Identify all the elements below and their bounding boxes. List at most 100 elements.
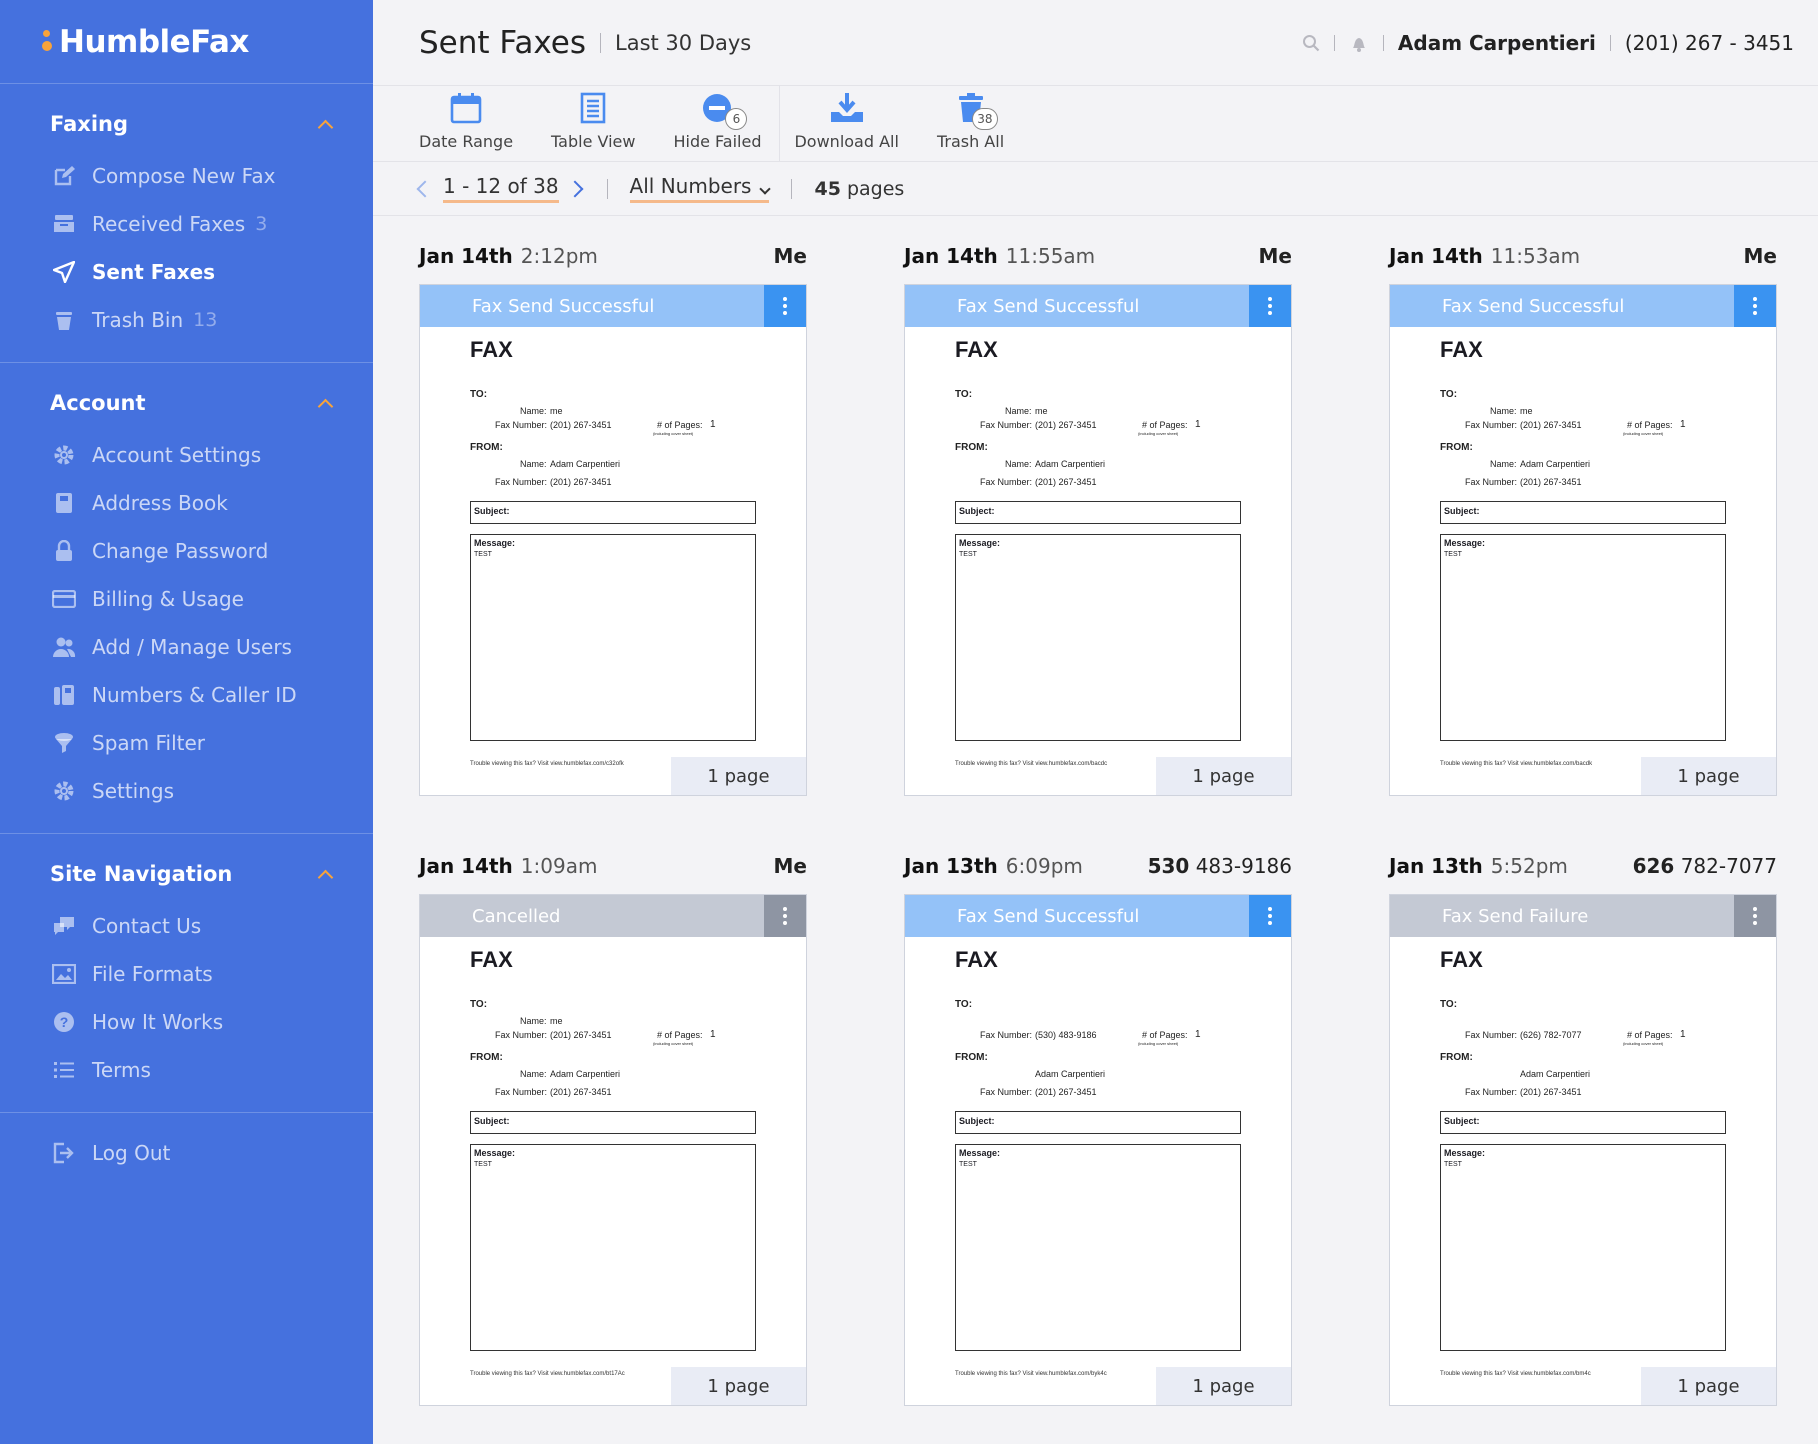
fax-preview[interactable]: Fax Send Failure FAX TO: Fax Number: (62… (1389, 894, 1777, 1406)
fax-card[interactable]: Jan 14th 11:53am Me Fax Send Successful F… (1389, 236, 1777, 796)
more-options-icon[interactable] (1734, 895, 1776, 937)
more-options-icon[interactable] (1734, 285, 1776, 327)
cover-to-fax: (201) 267-3451 (550, 1030, 612, 1040)
sidebar-item-change-password[interactable]: Change Password (0, 527, 373, 575)
fax-card[interactable]: Jan 14th 2:12pm Me Fax Send Successful FA… (419, 236, 807, 796)
document-list-icon (580, 90, 606, 126)
more-options-icon[interactable] (764, 895, 806, 937)
chevron-up-icon[interactable] (317, 398, 334, 414)
sidebar-item-label: Received Faxes (92, 212, 246, 236)
cover-pages-label: # of Pages: (657, 420, 703, 430)
fax-date: Jan 13th (904, 854, 998, 878)
cover-from-fax-label: Fax Number: (1465, 477, 1518, 487)
cover-message-box: Message: TEST (955, 1144, 1241, 1351)
sidebar-item-spam-filter[interactable]: Spam Filter (0, 719, 373, 767)
fax-preview[interactable]: Fax Send Successful FAX TO: Name: me Fax… (904, 284, 1292, 796)
cover-message-text: TEST (1444, 551, 1462, 558)
sidebar-item-add-manage-users[interactable]: Add / Manage Users (0, 623, 373, 671)
page-count: 1 page (1192, 1375, 1255, 1397)
fax-time: 11:53am (1490, 244, 1581, 268)
sidebar-item-file-formats[interactable]: File Formats (0, 950, 373, 998)
chevron-up-icon[interactable] (317, 119, 334, 135)
cover-to-fax: (201) 267-3451 (1035, 420, 1097, 430)
section-header-faxing[interactable]: Faxing (0, 106, 373, 142)
cover-to-fax: (201) 267-3451 (1520, 420, 1582, 430)
cover-message-text: TEST (959, 1161, 977, 1168)
cover-to-name-label: Name: (520, 1016, 547, 1026)
sidebar-item-account-settings[interactable]: Account Settings (0, 431, 373, 479)
cover-from-name: Adam Carpentieri (1035, 1069, 1106, 1079)
sidebar-item-label: Terms (92, 1058, 151, 1082)
fax-card[interactable]: Jan 14th 11:55am Me Fax Send Successful F… (904, 236, 1292, 796)
cover-from-name: Adam Carpentieri (1520, 1069, 1591, 1079)
cover-pages-num: 1 (1680, 1029, 1686, 1040)
sidebar-item-trash-bin[interactable]: Trash Bin 13 (0, 296, 373, 344)
section-title: Faxing (50, 112, 129, 136)
total-pages-number: 45 (814, 177, 841, 200)
fax-time: 11:55am (1005, 244, 1096, 268)
fax-cover-sheet: FAX TO: Fax Number: (530) 483-9186 # of … (905, 937, 1291, 1405)
cover-pages-label: # of Pages: (1627, 1030, 1673, 1040)
more-options-icon[interactable] (764, 285, 806, 327)
number-filter-dropdown[interactable]: All Numbers (629, 174, 772, 203)
user-name[interactable]: Adam Carpentieri (1398, 31, 1596, 55)
app-logo[interactable]: HumbleFax (0, 0, 373, 84)
fax-preview[interactable]: Fax Send Successful FAX TO: Name: me Fax… (1389, 284, 1777, 796)
sidebar-item-contact-us[interactable]: Contact Us (0, 902, 373, 950)
fax-card-header: Jan 13th 6:09pm 530 483-9186 (904, 846, 1292, 886)
section-header-site-navigation[interactable]: Site Navigation (0, 856, 373, 892)
cover-pages-label: # of Pages: (657, 1030, 703, 1040)
date-range-button[interactable]: Date Range (419, 90, 513, 161)
trash-icon (52, 308, 76, 332)
sidebar-item-settings[interactable]: Settings (0, 767, 373, 815)
sidebar-item-billing-usage[interactable]: Billing & Usage (0, 575, 373, 623)
search-icon[interactable] (1302, 34, 1320, 52)
cover-message-text: TEST (1444, 1161, 1462, 1168)
cover-from-fax: (201) 267-3451 (550, 477, 612, 487)
count-badge: 13 (193, 309, 218, 331)
sidebar-item-sent-faxes[interactable]: Sent Faxes (0, 248, 373, 296)
cover-subject-label: Subject: (1444, 506, 1480, 516)
next-page-icon[interactable] (566, 180, 584, 197)
cover-pages-note: (including cover sheet) (1623, 431, 1664, 436)
fax-preview[interactable]: Fax Send Successful FAX TO: Fax Number: … (904, 894, 1292, 1406)
table-view-button[interactable]: Table View (551, 90, 635, 161)
sidebar-item-terms[interactable]: Terms (0, 1046, 373, 1094)
chevron-up-icon[interactable] (317, 869, 334, 885)
fax-datetime: Jan 14th 2:12pm (419, 244, 598, 268)
more-options-icon[interactable] (1249, 285, 1291, 327)
sidebar-item-numbers-caller-id[interactable]: Numbers & Caller ID (0, 671, 373, 719)
recipient-secondary: 483-9186 (1189, 854, 1292, 878)
fax-card[interactable]: Jan 13th 5:52pm 626 782-7077 Fax Send Fai… (1389, 846, 1777, 1406)
user-phone-number: (201) 267 - 3451 (1624, 30, 1794, 55)
notifications-bell-icon[interactable] (1349, 33, 1369, 53)
sidebar-item-address-book[interactable]: Address Book (0, 479, 373, 527)
cover-message-label: Message: (959, 538, 1001, 548)
cover-footer: Trouble viewing this fax? Visit view.hum… (470, 1371, 625, 1377)
download-all-button[interactable]: Download All (794, 90, 899, 161)
cover-message-box: Message: TEST (1440, 534, 1726, 741)
sidebar-item-compose-new-fax[interactable]: Compose New Fax (0, 152, 373, 200)
image-icon (52, 962, 76, 986)
more-options-icon[interactable] (1249, 895, 1291, 937)
fax-preview[interactable]: Cancelled FAX TO: Name: me Fax Number: (… (419, 894, 807, 1406)
prev-page-icon[interactable] (416, 180, 434, 197)
sidebar-item-label: Trash Bin (92, 308, 184, 332)
divider (1609, 34, 1611, 51)
fax-preview[interactable]: Fax Send Successful FAX TO: Name: me Fax… (419, 284, 807, 796)
fax-card[interactable]: Jan 14th 1:09am Me Cancelled FAX TO: Name… (419, 846, 807, 1406)
hide-failed-button[interactable]: 6 Hide Failed (673, 90, 761, 161)
sidebar-item-how-it-works[interactable]: ? How It Works (0, 998, 373, 1046)
cover-subject-box: Subject: (955, 501, 1241, 524)
page-header: Sent Faxes Last 30 Days Adam Carpentieri… (373, 0, 1818, 86)
logout-button[interactable]: Log Out (0, 1129, 373, 1177)
fax-card[interactable]: Jan 13th 6:09pm 530 483-9186 Fax Send Suc… (904, 846, 1292, 1406)
sidebar-item-received-faxes[interactable]: Received Faxes 3 (0, 200, 373, 248)
sidebar-item-label: File Formats (92, 962, 213, 986)
section-header-account[interactable]: Account (0, 385, 373, 421)
trash-all-button[interactable]: 38 Trash All (937, 90, 1004, 161)
cover-message-box: Message: TEST (470, 1144, 756, 1351)
page-count: 1 page (1677, 765, 1740, 787)
date-filter-label[interactable]: Last 30 Days (615, 31, 751, 55)
fax-datetime: Jan 14th 1:09am (419, 854, 597, 878)
